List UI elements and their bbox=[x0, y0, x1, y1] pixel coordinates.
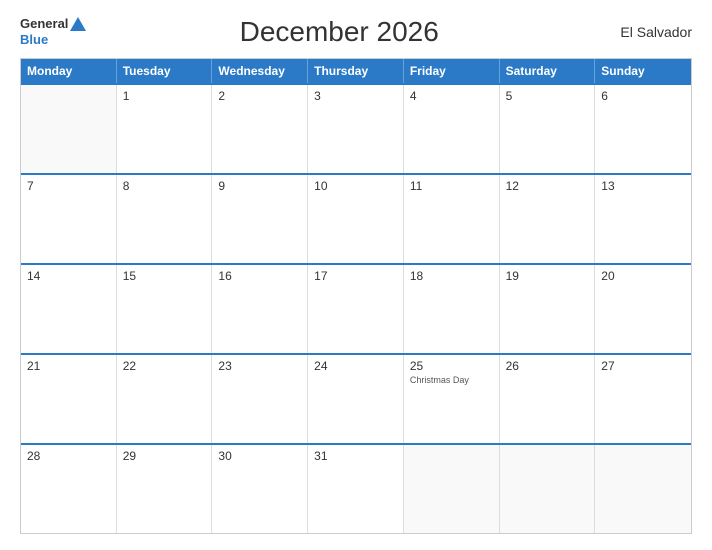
cell-dec-26: 26 bbox=[500, 355, 596, 443]
cell-dec-25: 25 Christmas Day bbox=[404, 355, 500, 443]
col-wednesday: Wednesday bbox=[212, 59, 308, 83]
country-label: El Salvador bbox=[592, 24, 692, 40]
week-4: 21 22 23 24 25 Christmas Day 26 27 bbox=[21, 353, 691, 443]
header: General Blue December 2026 El Salvador bbox=[20, 16, 692, 48]
cell-empty-3 bbox=[500, 445, 596, 533]
cell-dec-3: 3 bbox=[308, 85, 404, 173]
week-3: 14 15 16 17 18 19 20 bbox=[21, 263, 691, 353]
col-saturday: Saturday bbox=[500, 59, 596, 83]
cell-dec-13: 13 bbox=[595, 175, 691, 263]
cell-dec-9: 9 bbox=[212, 175, 308, 263]
col-sunday: Sunday bbox=[595, 59, 691, 83]
page: General Blue December 2026 El Salvador M… bbox=[0, 0, 712, 550]
cell-dec-20: 20 bbox=[595, 265, 691, 353]
cell-dec-30: 30 bbox=[212, 445, 308, 533]
week-2: 7 8 9 10 11 12 13 bbox=[21, 173, 691, 263]
cell-dec-31: 31 bbox=[308, 445, 404, 533]
col-friday: Friday bbox=[404, 59, 500, 83]
cell-dec-18: 18 bbox=[404, 265, 500, 353]
cell-dec-6: 6 bbox=[595, 85, 691, 173]
cell-dec-19: 19 bbox=[500, 265, 596, 353]
logo-blue-text: Blue bbox=[20, 32, 86, 48]
cell-empty-4 bbox=[595, 445, 691, 533]
cell-dec-7: 7 bbox=[21, 175, 117, 263]
cell-dec-24: 24 bbox=[308, 355, 404, 443]
cell-dec-27: 27 bbox=[595, 355, 691, 443]
calendar-title: December 2026 bbox=[86, 16, 592, 48]
col-tuesday: Tuesday bbox=[117, 59, 213, 83]
cell-dec-16: 16 bbox=[212, 265, 308, 353]
cell-dec-23: 23 bbox=[212, 355, 308, 443]
cell-dec-10: 10 bbox=[308, 175, 404, 263]
calendar-header: Monday Tuesday Wednesday Thursday Friday… bbox=[21, 59, 691, 83]
col-thursday: Thursday bbox=[308, 59, 404, 83]
col-monday: Monday bbox=[21, 59, 117, 83]
cell-dec-22: 22 bbox=[117, 355, 213, 443]
cell-dec-8: 8 bbox=[117, 175, 213, 263]
week-1: 1 2 3 4 5 6 bbox=[21, 83, 691, 173]
cell-dec-1: 1 bbox=[117, 85, 213, 173]
logo: General Blue bbox=[20, 16, 86, 47]
cell-empty-2 bbox=[404, 445, 500, 533]
christmas-day-label: Christmas Day bbox=[410, 375, 493, 386]
cell-dec-14: 14 bbox=[21, 265, 117, 353]
calendar: Monday Tuesday Wednesday Thursday Friday… bbox=[20, 58, 692, 534]
week-5: 28 29 30 31 bbox=[21, 443, 691, 533]
cell-dec-21: 21 bbox=[21, 355, 117, 443]
cell-dec-4: 4 bbox=[404, 85, 500, 173]
logo-triangle-icon bbox=[70, 17, 86, 31]
cell-dec-29: 29 bbox=[117, 445, 213, 533]
calendar-body: 1 2 3 4 5 6 7 8 9 10 11 12 13 14 15 16 bbox=[21, 83, 691, 533]
cell-dec-28: 28 bbox=[21, 445, 117, 533]
logo-general-text: General bbox=[20, 16, 68, 32]
cell-empty-1 bbox=[21, 85, 117, 173]
cell-dec-5: 5 bbox=[500, 85, 596, 173]
cell-dec-12: 12 bbox=[500, 175, 596, 263]
cell-dec-15: 15 bbox=[117, 265, 213, 353]
cell-dec-11: 11 bbox=[404, 175, 500, 263]
cell-dec-2: 2 bbox=[212, 85, 308, 173]
cell-dec-17: 17 bbox=[308, 265, 404, 353]
